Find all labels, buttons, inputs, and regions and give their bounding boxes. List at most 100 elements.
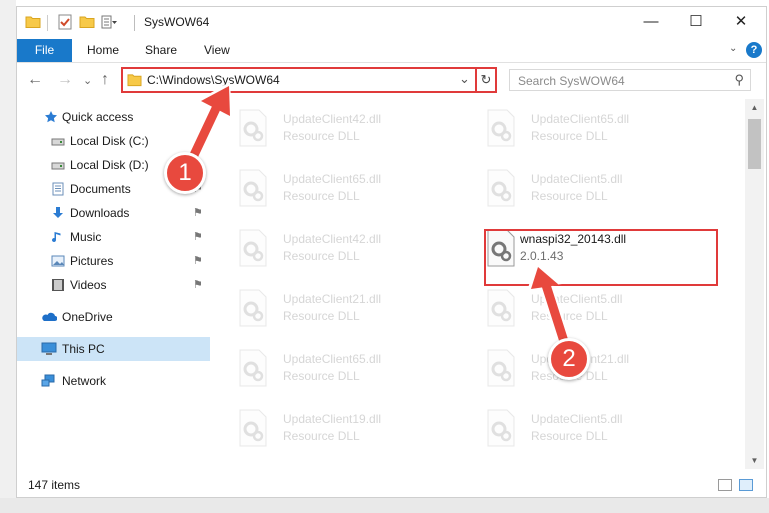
desktop-background-bottom [0,498,769,513]
sidebar-item-music[interactable]: Music ⚑ [17,225,210,249]
sidebar-item-label: Music [70,230,102,244]
sidebar-item-onedrive[interactable]: OneDrive [17,305,210,329]
sidebar-item-videos[interactable]: Videos ⚑ [17,273,210,297]
tab-share[interactable]: Share [145,39,177,62]
maximize-button[interactable]: ☐ [673,7,719,37]
minimize-button[interactable]: — [628,7,674,37]
ribbon-tabs: File Home Share View ⌄ ? [17,39,766,63]
large-icons-view-icon[interactable] [739,479,753,491]
search-box[interactable]: Search SysWOW64 ⚲ [509,69,751,91]
search-icon: ⚲ [734,72,744,87]
vertical-scrollbar[interactable]: ▲ ▼ [745,99,764,469]
videos-icon [52,279,64,291]
file-type: Resource DLL [283,189,360,203]
pin-icon[interactable]: ⚑ [193,201,203,225]
scroll-down-icon[interactable]: ▼ [745,452,764,469]
sidebar-item-quick-access[interactable]: Quick access [17,105,210,129]
documents-icon [52,182,64,196]
dll-file-icon [239,349,267,387]
star-icon [45,111,57,123]
up-arrow-icon[interactable]: ↑ [101,71,109,89]
music-icon [52,232,61,243]
dll-file-icon [487,409,515,447]
dll-file-icon [487,109,515,147]
file-item[interactable]: UpdateClient65.dll Resource DLL [461,105,681,161]
refresh-button[interactable]: ↻ [475,67,497,93]
scroll-up-icon[interactable]: ▲ [745,99,764,116]
file-name: UpdateClient21.dll [283,292,382,306]
tab-file[interactable]: File [17,39,72,62]
desktop-background [0,0,16,513]
title-bar: SysWOW64 — ☐ ✕ [17,7,766,39]
dll-file-icon [239,169,267,207]
file-item[interactable]: UpdateClient5.dll Resource DLL [461,165,681,221]
tab-home[interactable]: Home [87,39,119,62]
file-list: UpdateClient42.dll Resource DLL UpdateCl… [213,99,745,469]
file-type: Resource DLL [531,429,608,443]
highlight-box-file [484,229,718,286]
search-input[interactable]: Search SysWOW64 [518,74,625,88]
file-type: Resource DLL [283,249,360,263]
file-item[interactable]: UpdateClient5.dll Resource DLL [461,285,681,341]
sidebar-item-label: Downloads [70,206,130,220]
file-item[interactable]: UpdateClient5.dll Resource DLL [461,405,681,461]
file-item[interactable]: UpdateClient19.dll Resource DLL [213,405,433,461]
sidebar-item-local-disk-c[interactable]: Local Disk (C:) [17,129,210,153]
file-item[interactable]: UpdateClient65.dll Resource DLL [213,345,433,401]
tab-view[interactable]: View [204,39,230,62]
file-name: UpdateClient65.dll [283,172,382,186]
pc-icon [41,342,57,355]
pin-icon[interactable]: ⚑ [193,249,203,273]
forward-arrow-icon[interactable]: → [57,71,73,89]
recent-locations-icon[interactable]: ⌄ [83,74,92,87]
file-type: Resource DLL [283,369,360,383]
folder-icon [127,74,142,87]
properties-icon[interactable] [57,14,73,30]
file-item[interactable]: UpdateClient42.dll Resource DLL [213,225,433,281]
sidebar-item-pictures[interactable]: Pictures ⚑ [17,249,210,273]
file-type: Resource DLL [283,429,360,443]
chevron-down-icon[interactable]: ⌄ [729,43,737,54]
pin-icon[interactable]: ⚑ [193,225,203,249]
file-item[interactable]: UpdateClient21.dll Resource DLL [213,285,433,341]
item-count: 147 items [28,478,81,492]
sidebar-item-network[interactable]: Network [17,369,210,393]
downloads-icon [53,207,63,218]
pin-icon[interactable]: ⚑ [193,273,203,297]
file-name: UpdateClient5.dll [531,172,623,186]
help-icon[interactable]: ? [746,42,762,58]
onedrive-icon [42,312,57,321]
dll-file-icon [239,409,267,447]
address-bar[interactable]: C:\Windows\SysWOW64 ⌄ [121,67,497,93]
sidebar-item-label: Quick access [62,110,134,124]
address-dropdown-icon[interactable]: ⌄ [459,71,470,87]
sidebar-item-this-pc[interactable]: This PC [17,337,210,361]
sidebar-item-label: Pictures [70,254,114,268]
file-name: UpdateClient19.dll [283,412,382,426]
pictures-icon [51,255,65,267]
folder-icon [25,16,41,28]
details-view-icon[interactable] [718,479,732,491]
sidebar-item-label: Local Disk (C:) [70,134,149,148]
address-path: C:\Windows\SysWOW64 [147,73,280,87]
file-item[interactable]: UpdateClient65.dll Resource DLL [213,165,433,221]
sidebar-item-label: OneDrive [62,310,113,324]
sidebar-item-label: Network [62,374,107,388]
explorer-window: SysWOW64 — ☐ ✕ File Home Share View ⌄ ? … [16,6,767,498]
customize-qa-icon[interactable] [101,14,117,30]
file-name: UpdateClient65.dll [283,352,382,366]
sidebar-item-downloads[interactable]: Downloads ⚑ [17,201,210,225]
dll-file-icon [487,289,515,327]
file-name: UpdateClient42.dll [283,232,382,246]
qa-separator [47,15,48,31]
back-arrow-icon[interactable]: ← [27,71,43,89]
file-type: Resource DLL [531,189,608,203]
drive-icon [51,162,65,170]
close-button[interactable]: ✕ [718,7,764,37]
step-2-badge: 2 [548,338,590,380]
scroll-thumb[interactable] [748,119,761,169]
file-item[interactable]: UpdateClient42.dll Resource DLL [213,105,433,161]
file-type: Resource DLL [531,129,608,143]
new-folder-icon[interactable] [79,14,95,30]
file-type: Resource DLL [283,309,360,323]
